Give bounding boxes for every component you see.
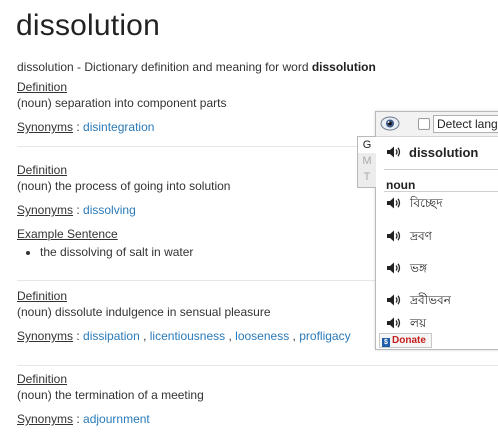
definition-label: Definition — [17, 372, 68, 386]
translation-item: দ্রবণ — [386, 228, 498, 246]
synonym-link[interactable]: disintegration — [83, 120, 154, 134]
divider — [384, 169, 498, 170]
dictionary-page: dissolution dissolution - Dictionary def… — [16, 0, 498, 426]
synonyms-separator: : — [73, 329, 84, 343]
page-title: dissolution — [16, 9, 160, 42]
tab-translator[interactable]: T — [358, 169, 376, 185]
donate-button[interactable]: $ Donate — [379, 333, 432, 348]
synonym-link[interactable]: adjournment — [83, 412, 150, 426]
definition-label: Definition — [17, 289, 68, 303]
popup-word: dissolution — [409, 145, 479, 160]
speaker-icon[interactable] — [386, 145, 402, 159]
popup-toolbar: Detect language — [376, 112, 498, 137]
detect-language-checkbox[interactable] — [418, 118, 430, 130]
donate-label: Donate — [392, 335, 426, 346]
paypal-icon: $ — [382, 338, 390, 347]
subtitle-text: dissolution - Dictionary definition and … — [17, 60, 312, 74]
speaker-icon[interactable] — [386, 229, 402, 243]
synonyms-label: Synonyms — [17, 329, 74, 343]
synonyms-separator: : — [73, 203, 84, 217]
speaker-icon[interactable] — [386, 196, 402, 210]
definition-label: Definition — [17, 163, 68, 177]
eye-icon[interactable] — [380, 115, 400, 132]
page-subtitle: dissolution - Dictionary definition and … — [17, 60, 498, 74]
translation-text: দ্রবীভবন — [410, 293, 451, 307]
synonym-link[interactable]: profligacy — [299, 329, 350, 343]
speaker-icon[interactable] — [386, 316, 402, 330]
synonym-link[interactable]: dissipation — [83, 329, 140, 343]
synonyms-row: Synonyms : adjournment — [17, 412, 498, 428]
synonyms-separator: : — [73, 412, 84, 426]
synonyms-label: Synonyms — [17, 120, 74, 134]
part-of-speech: noun — [386, 178, 416, 192]
definition-entry: Definition (noun) the termination of a m… — [17, 372, 498, 428]
synonyms-label: Synonyms — [17, 203, 74, 217]
translation-item: লয় — [386, 315, 498, 333]
tab-microsoft[interactable]: M — [358, 153, 376, 169]
translation-text: দ্রবণ — [410, 229, 432, 243]
definition-text: (noun) separation into component parts — [17, 96, 227, 110]
translator-tabs: G M T — [357, 136, 376, 188]
translation-item: বিচ্ছেদ — [386, 195, 498, 213]
synonym-link[interactable]: looseness — [235, 329, 289, 343]
translation-popup: Detect language G M T dissolution noun ব… — [357, 111, 498, 350]
synonyms-label: Synonyms — [17, 412, 74, 426]
language-select[interactable]: Detect language — [433, 115, 498, 133]
tab-google[interactable]: G — [358, 137, 376, 153]
translation-text: ভঙ্গ — [410, 261, 427, 275]
example-sentence-label: Example Sentence — [17, 227, 118, 241]
translation-text: লয় — [410, 316, 427, 330]
synonym-link[interactable]: licentiousness — [150, 329, 225, 343]
divider — [384, 191, 498, 192]
definition-text: (noun) the termination of a meeting — [17, 388, 204, 402]
speaker-icon[interactable] — [386, 261, 402, 275]
synonym-link[interactable]: dissolving — [83, 203, 136, 217]
translation-item: ভঙ্গ — [386, 260, 498, 278]
speaker-icon[interactable] — [386, 293, 402, 307]
translation-item: দ্রবীভবন — [386, 292, 498, 310]
translation-text: বিচ্ছেদ — [410, 196, 443, 210]
definition-label: Definition — [17, 80, 68, 94]
subtitle-word: dissolution — [311, 60, 376, 74]
synonyms-separator: : — [73, 120, 84, 134]
divider — [17, 365, 498, 366]
